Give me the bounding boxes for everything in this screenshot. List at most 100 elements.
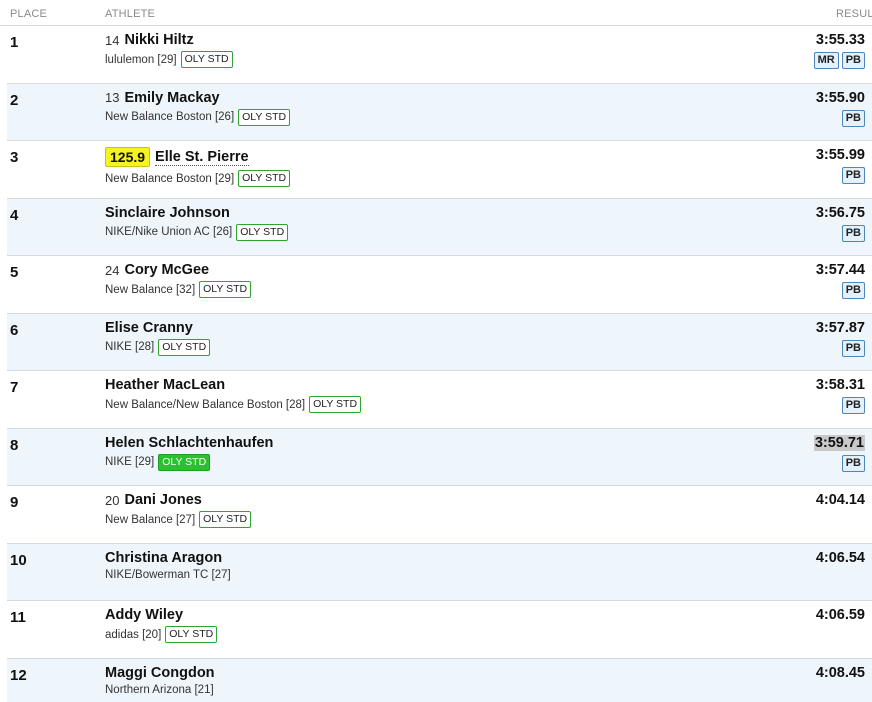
athlete-name[interactable]: Christina Aragon [105, 550, 222, 566]
result-time: 3:56.75 [815, 204, 865, 221]
name-line: Heather MacLean [105, 377, 225, 393]
team-name: New Balance [27] [105, 513, 196, 526]
pb-badge: PB [841, 109, 865, 127]
team-line: Northern Arizona [21] [105, 684, 214, 696]
athlete-name[interactable]: Heather MacLean [105, 377, 225, 393]
athlete-name[interactable]: Dani Jones [124, 492, 201, 508]
name-line: Elise Cranny [105, 320, 193, 336]
team-name: NIKE/Bowerman TC [27] [105, 568, 231, 581]
pb-badge: PB [841, 167, 865, 184]
team-name: New Balance/New Balance Boston [28] [105, 398, 306, 411]
record-badges: PB [841, 282, 865, 299]
team-name: New Balance Boston [26] [105, 111, 235, 123]
result-time: 4:06.54 [815, 549, 865, 566]
table-row: 6 Elise Cranny NIKE [28] OLY STD 3:57.87… [7, 313, 872, 371]
table-row: 5 24 Cory McGee New Balance [32] OLY STD… [7, 256, 872, 314]
result-time: 4:08.45 [815, 664, 865, 681]
record-badges: PB [841, 454, 865, 472]
place: 12 [10, 666, 27, 684]
oly-std-badge: OLY STD [238, 170, 291, 187]
team-name: Northern Arizona [21] [105, 683, 214, 696]
bib-number: 13 [105, 90, 120, 105]
team-line: New Balance/New Balance Boston [28] OLY … [105, 396, 362, 413]
record-badges: PB [841, 167, 865, 184]
bib-number: 24 [105, 262, 120, 278]
pb-badge: PB [841, 52, 865, 69]
athlete-name[interactable]: Elle St. Pierre [155, 149, 249, 166]
team-name: adidas [20] [105, 628, 162, 641]
name-line: Maggi Congdon [105, 665, 215, 681]
place: 1 [10, 34, 19, 51]
record-badges: PB [841, 339, 865, 357]
team-name: New Balance Boston [29] [105, 172, 235, 185]
place: 8 [10, 436, 19, 454]
record-badges: PB [841, 397, 865, 414]
name-line: 14 Nikki Hiltz [105, 32, 194, 48]
place: 10 [10, 551, 27, 569]
table-row: 3 125.9 Elle St. Pierre New Balance Bost… [7, 141, 872, 199]
result-column-header: RESULT [836, 8, 872, 20]
team-line: lululemon [29] OLY STD [105, 51, 233, 68]
team-line: NIKE/Bowerman TC [27] [105, 569, 231, 581]
athlete-name[interactable]: Emily Mackay [124, 90, 219, 106]
name-line: 13 Emily Mackay [105, 90, 220, 106]
result-time: 4:04.14 [815, 492, 865, 508]
record-badges: MR PB [813, 52, 865, 69]
team-line: NIKE/Nike Union AC [26] OLY STD [105, 223, 289, 241]
table-row: 1 14 Nikki Hiltz lululemon [29] OLY STD … [7, 26, 872, 84]
athlete-name[interactable]: Helen Schlachtenhaufen [105, 435, 273, 451]
results-table-header: PLACE ATHLETE RESULT [0, 0, 872, 26]
team-line: New Balance [32] OLY STD [105, 281, 252, 298]
table-row: 4 Sinclaire Johnson NIKE/Nike Union AC [… [7, 198, 872, 256]
results-table-body: 1 14 Nikki Hiltz lululemon [29] OLY STD … [7, 26, 872, 702]
table-row: 2 13 Emily Mackay New Balance Boston [26… [7, 83, 872, 141]
oly-std-badge-highlighted: OLY STD [158, 453, 211, 471]
place: 7 [10, 379, 19, 396]
name-line: 20 Dani Jones [105, 492, 202, 508]
team-line: New Balance Boston [26] OLY STD [105, 108, 291, 126]
team-line: NIKE [29] OLY STD [105, 453, 211, 471]
record-badges: PB [841, 224, 865, 242]
result-time: 3:55.90 [815, 89, 865, 106]
athlete-name[interactable]: Sinclaire Johnson [105, 205, 230, 221]
team-name: NIKE/Nike Union AC [26] [105, 226, 233, 238]
place: 9 [10, 494, 19, 511]
result-time: 3:57.87 [815, 319, 865, 336]
athlete-name[interactable]: Addy Wiley [105, 607, 183, 623]
pb-badge: PB [841, 224, 865, 242]
result-time: 3:55.33 [815, 32, 865, 48]
place: 4 [10, 206, 19, 224]
athlete-name[interactable]: Nikki Hiltz [124, 32, 193, 48]
place: 5 [10, 264, 19, 281]
team-name: lululemon [29] [105, 53, 177, 66]
result-time: 3:57.44 [815, 262, 865, 278]
place: 11 [10, 609, 26, 626]
place: 3 [10, 149, 19, 166]
pb-badge: PB [841, 282, 865, 299]
result-time: 4:06.59 [815, 607, 865, 623]
name-line: 125.9 Elle St. Pierre [105, 147, 249, 167]
oly-std-badge: OLY STD [238, 108, 291, 126]
place: 2 [10, 91, 19, 109]
pb-badge: PB [841, 454, 865, 472]
oly-std-badge: OLY STD [199, 511, 252, 528]
mr-badge: MR [813, 52, 839, 69]
name-line: 24 Cory McGee [105, 262, 209, 278]
oly-std-badge: OLY STD [158, 338, 211, 356]
name-line: Sinclaire Johnson [105, 205, 230, 221]
result-time-highlighted: 3:59.71 [813, 434, 865, 451]
pb-badge: PB [841, 397, 865, 414]
name-line: Christina Aragon [105, 550, 222, 566]
table-row: 9 20 Dani Jones New Balance [27] OLY STD… [7, 486, 872, 544]
athlete-name[interactable]: Maggi Congdon [105, 665, 215, 681]
team-name: NIKE [29] [105, 456, 155, 468]
athlete-name[interactable]: Elise Cranny [105, 320, 193, 336]
table-row: 12 Maggi Congdon Northern Arizona [21] 4… [7, 658, 872, 702]
athlete-name[interactable]: Cory McGee [124, 262, 209, 278]
athlete-column-header: ATHLETE [105, 8, 156, 20]
oly-std-badge: OLY STD [199, 281, 252, 298]
oly-std-badge: OLY STD [236, 223, 289, 241]
bib-number-highlighted: 125.9 [105, 147, 151, 167]
place: 6 [10, 321, 19, 339]
team-name: New Balance [32] [105, 283, 196, 296]
